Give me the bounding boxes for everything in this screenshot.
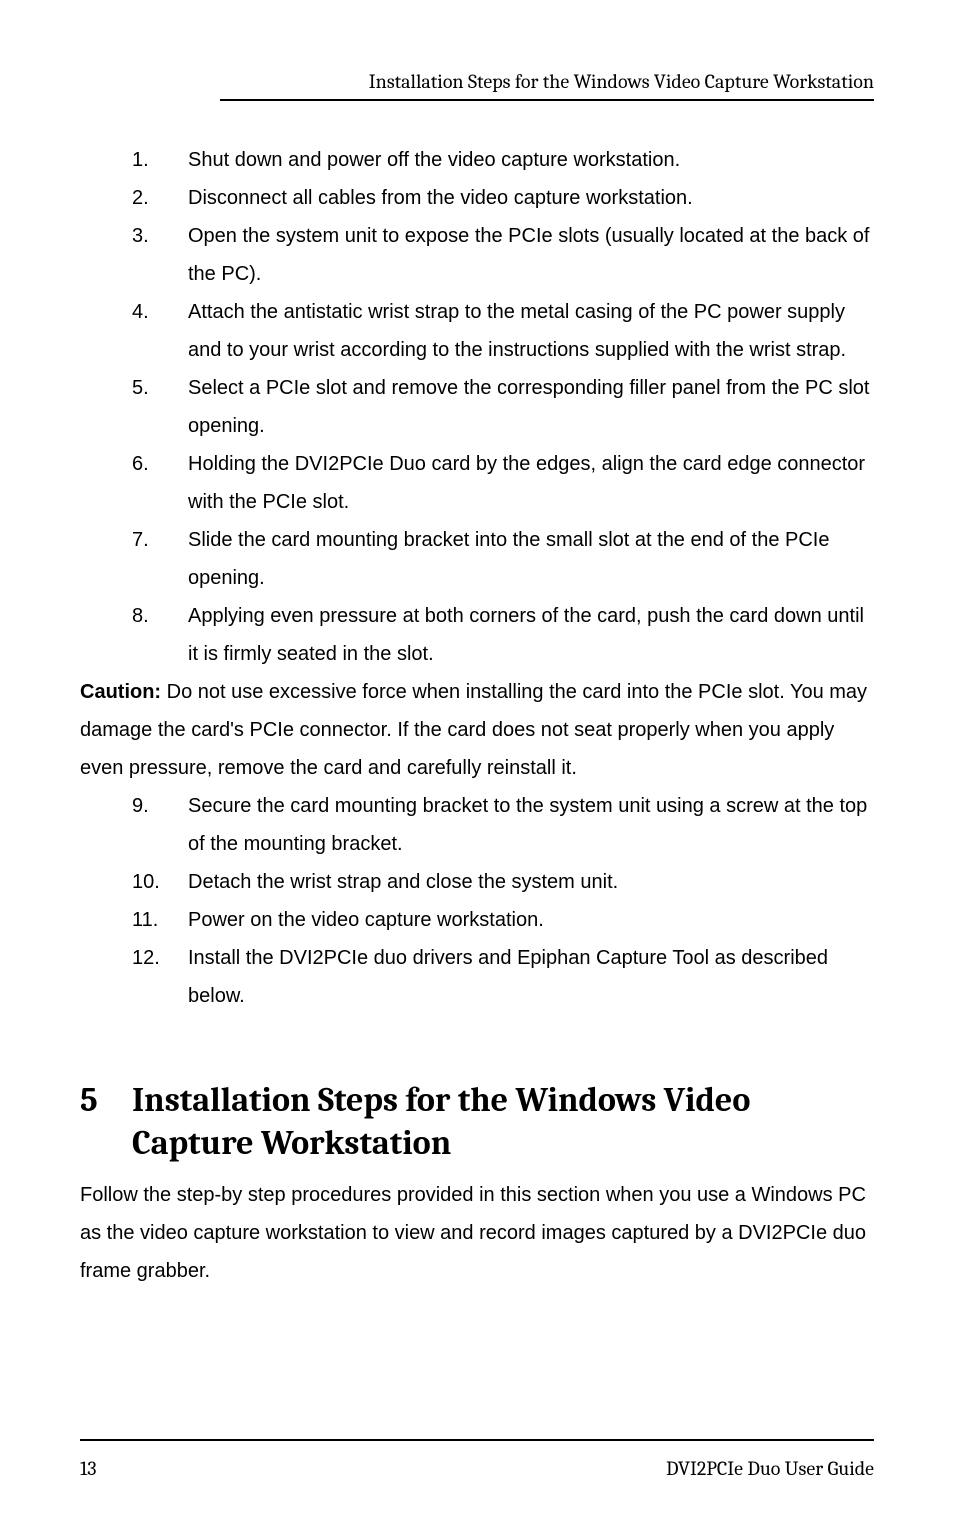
section-title-text: Installation Steps for the Windows Video… (132, 1080, 750, 1163)
step-text: Applying even pressure at both corners o… (188, 605, 864, 665)
list-item: Disconnect all cables from the video cap… (80, 179, 874, 217)
list-item: Holding the DVI2PCIe Duo card by the edg… (80, 445, 874, 521)
caution-paragraph: Caution: Do not use excessive force when… (80, 673, 874, 787)
list-item: Select a PCIe slot and remove the corres… (80, 369, 874, 445)
step-text: Attach the antistatic wrist strap to the… (188, 301, 846, 361)
step-text: Install the DVI2PCIe duo drivers and Epi… (188, 947, 828, 1007)
section-intro: Follow the step-by step procedures provi… (80, 1176, 874, 1290)
running-header-text: Installation Steps for the Windows Video… (369, 70, 874, 93)
install-steps-part-a: Shut down and power off the video captur… (80, 141, 874, 673)
step-text: Select a PCIe slot and remove the corres… (188, 377, 869, 437)
step-text: Shut down and power off the video captur… (188, 149, 680, 171)
step-text: Secure the card mounting bracket to the … (188, 795, 867, 855)
install-steps-part-b: Secure the card mounting bracket to the … (80, 787, 874, 1015)
step-text: Detach the wrist strap and close the sys… (188, 871, 618, 893)
step-text: Power on the video capture workstation. (188, 909, 544, 931)
page-footer: 13 DVI2PCIe Duo User Guide (80, 1439, 874, 1480)
page-number: 13 (80, 1457, 96, 1480)
step-text: Holding the DVI2PCIe Duo card by the edg… (188, 453, 865, 513)
section-number: 5 (80, 1079, 132, 1122)
list-item: Applying even pressure at both corners o… (80, 597, 874, 673)
list-item: Shut down and power off the video captur… (80, 141, 874, 179)
list-item: Open the system unit to expose the PCIe … (80, 217, 874, 293)
running-header: Installation Steps for the Windows Video… (220, 70, 874, 101)
list-item: Install the DVI2PCIe duo drivers and Epi… (80, 939, 874, 1015)
caution-label: Caution: (80, 681, 161, 703)
step-text: Open the system unit to expose the PCIe … (188, 225, 869, 285)
caution-text: Do not use excessive force when installi… (80, 681, 867, 779)
section-heading: 5Installation Steps for the Windows Vide… (80, 1079, 874, 1164)
list-item: Power on the video capture workstation. (80, 901, 874, 939)
list-item: Secure the card mounting bracket to the … (80, 787, 874, 863)
step-text: Slide the card mounting bracket into the… (188, 529, 829, 589)
list-item: Slide the card mounting bracket into the… (80, 521, 874, 597)
step-text: Disconnect all cables from the video cap… (188, 187, 693, 209)
list-item: Detach the wrist strap and close the sys… (80, 863, 874, 901)
list-item: Attach the antistatic wrist strap to the… (80, 293, 874, 369)
doc-title: DVI2PCIe Duo User Guide (666, 1457, 874, 1480)
footer-rule (80, 1439, 874, 1441)
